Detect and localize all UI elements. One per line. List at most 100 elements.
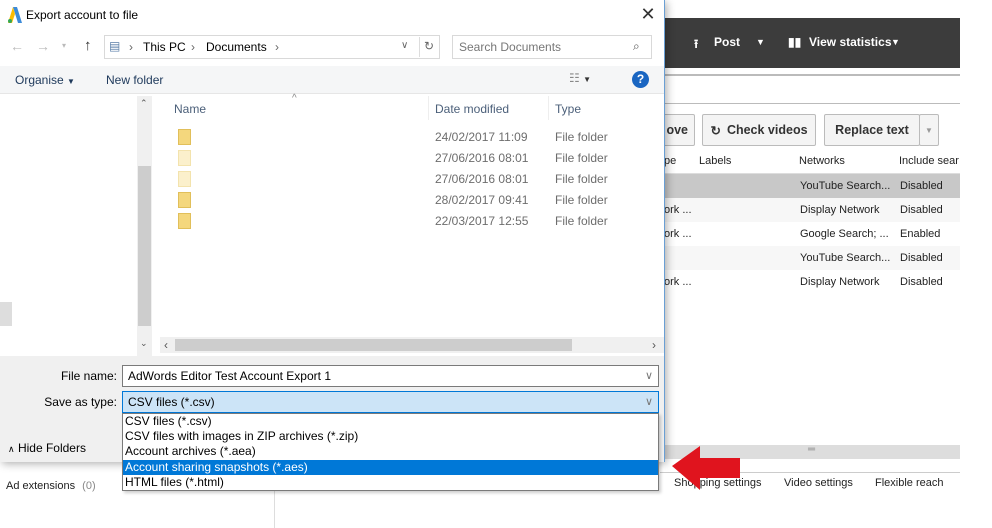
- scroll-right-icon[interactable]: ›: [652, 338, 656, 352]
- replace-text-label: Replace text: [835, 123, 909, 137]
- file-date: 27/06/2016 08:01: [435, 151, 529, 165]
- address-bar[interactable]: ▤ › This PC › Documents › ∨ ↻: [104, 35, 440, 59]
- save-as-type-value: CSV files (*.csv): [128, 395, 215, 409]
- check-videos-button[interactable]: ↻ Check videos: [702, 114, 816, 146]
- column-header-type[interactable]: pe: [664, 155, 676, 167]
- file-date: 24/02/2017 11:09: [435, 130, 528, 144]
- export-dialog: Export account to file ✕ ← → ▾ ↑ ▤ › Thi…: [0, 0, 665, 462]
- file-row[interactable]: 27/06/2016 08:01 File folder: [160, 148, 664, 169]
- file-date: 28/02/2017 09:41: [435, 193, 529, 207]
- view-statistics-dropdown-icon[interactable]: ▼: [891, 37, 900, 47]
- cell-networks: Display Network: [800, 276, 880, 288]
- file-date: 27/06/2016 08:01: [435, 172, 529, 186]
- view-options-icon[interactable]: ☷ ▼: [569, 71, 591, 85]
- file-type: File folder: [555, 172, 608, 186]
- cell-type: ork ...: [664, 228, 692, 240]
- new-folder-button[interactable]: New folder: [106, 73, 163, 87]
- save-type-option[interactable]: Account sharing snapshots (*.aes): [123, 459, 658, 475]
- grid-row[interactable]: ork ... Google Search; ... Enabled: [664, 222, 960, 246]
- search-input[interactable]: Search Documents ⌕: [452, 35, 652, 59]
- documents-icon: ▤: [109, 39, 121, 53]
- hide-folders-button[interactable]: ∧ Hide Folders: [8, 441, 86, 455]
- scroll-up-icon[interactable]: ⌃: [140, 98, 148, 109]
- replace-text-dropdown[interactable]: ▼: [919, 114, 939, 146]
- breadcrumb-separator: ›: [129, 40, 133, 54]
- view-statistics-button[interactable]: View statistics: [809, 35, 892, 49]
- save-type-option[interactable]: CSV files with images in ZIP archives (*…: [123, 429, 658, 444]
- replace-text-button[interactable]: Replace text: [824, 114, 920, 146]
- post-button[interactable]: Post: [714, 35, 740, 49]
- cell-networks: Display Network: [800, 204, 880, 216]
- post-dropdown-icon[interactable]: ▼: [756, 37, 765, 47]
- nav-scrollbar[interactable]: ⌃ ⌄: [137, 96, 152, 356]
- organise-button[interactable]: Organise ▼: [15, 73, 75, 87]
- navigation-pane: [0, 96, 152, 356]
- column-header-labels[interactable]: Labels: [699, 155, 731, 167]
- divider: [419, 37, 420, 57]
- file-row[interactable]: 24/02/2017 11:09 File folder: [160, 127, 664, 148]
- title-bar: Export account to file ✕: [0, 0, 664, 30]
- save-as-type-label: Save as type:: [44, 395, 117, 409]
- help-icon[interactable]: ?: [632, 71, 649, 88]
- tab-flexible-reach[interactable]: Flexible reach: [875, 477, 943, 489]
- grid-row[interactable]: YouTube Search... Disabled: [664, 246, 960, 270]
- folder-icon: [178, 129, 191, 145]
- cell-include-search: Disabled: [900, 252, 943, 264]
- file-name-value: AdWords Editor Test Account Export 1: [128, 369, 331, 383]
- scroll-left-icon[interactable]: ‹: [164, 338, 168, 352]
- file-name-input[interactable]: AdWords Editor Test Account Export 1 ∨: [122, 365, 659, 387]
- ad-extensions-item[interactable]: Ad extensions (0): [6, 480, 96, 492]
- cell-include-search: Disabled: [900, 276, 943, 288]
- breadcrumb-separator[interactable]: ›: [275, 40, 279, 54]
- refresh-icon[interactable]: ↻: [424, 39, 434, 53]
- organise-label: Organise: [15, 73, 64, 87]
- check-videos-label: Check videos: [726, 123, 808, 137]
- grid-row[interactable]: ork ... Display Network Disabled: [664, 198, 960, 222]
- divider: [548, 96, 549, 120]
- recent-locations-icon[interactable]: ▾: [62, 41, 66, 50]
- grid-row[interactable]: YouTube Search... Disabled: [664, 174, 960, 198]
- file-list-horizontal-scrollbar[interactable]: ‹ ›: [160, 337, 664, 353]
- address-dropdown-icon[interactable]: ∨: [401, 40, 408, 51]
- adwords-logo-icon: [8, 7, 22, 23]
- forward-button[interactable]: →: [36, 38, 50, 54]
- file-type: File folder: [555, 130, 608, 144]
- grid-row[interactable]: ork ... Display Network Disabled: [664, 270, 960, 294]
- save-type-option[interactable]: CSV files (*.csv): [123, 414, 658, 429]
- scrollbar-thumb[interactable]: [138, 166, 151, 326]
- ad-extensions-count: (0): [82, 480, 96, 492]
- save-type-option[interactable]: Account archives (*.aea): [123, 444, 658, 459]
- column-type[interactable]: Type: [555, 102, 581, 116]
- remove-label: ove: [666, 123, 688, 137]
- column-header-networks[interactable]: Networks: [799, 155, 845, 167]
- refresh-icon: ↻: [710, 123, 721, 138]
- breadcrumb-this-pc[interactable]: This PC: [143, 40, 186, 54]
- file-row[interactable]: 27/06/2016 08:01 File folder: [160, 169, 664, 190]
- column-name[interactable]: Name: [174, 102, 206, 116]
- close-button[interactable]: ✕: [636, 4, 660, 26]
- search-icon: ⌕: [633, 39, 640, 53]
- chevron-down-icon[interactable]: ∨: [645, 395, 653, 408]
- file-row[interactable]: 22/03/2017 12:55 File folder: [160, 211, 664, 232]
- folder-icon: [178, 192, 191, 208]
- scroll-down-icon[interactable]: ⌄: [140, 338, 148, 349]
- back-button[interactable]: ←: [10, 38, 24, 54]
- nav-item[interactable]: [0, 302, 12, 326]
- column-header-include-search[interactable]: Include sear: [899, 155, 959, 167]
- column-date-modified[interactable]: Date modified: [435, 102, 509, 116]
- search-placeholder: Search Documents: [459, 40, 562, 54]
- cell-type: ork ...: [664, 276, 692, 288]
- hide-folders-label: Hide Folders: [17, 441, 86, 455]
- bar-chart-icon: ▮▮: [788, 35, 802, 49]
- file-row[interactable]: 28/02/2017 09:41 File folder: [160, 190, 664, 211]
- chevron-down-icon: ▼: [67, 77, 75, 86]
- save-type-option[interactable]: HTML files (*.html): [123, 475, 658, 490]
- scrollbar-thumb[interactable]: [175, 339, 572, 351]
- breadcrumb-separator: ›: [191, 40, 195, 54]
- save-as-type-select[interactable]: CSV files (*.csv) ∨: [122, 391, 659, 413]
- tab-video-settings[interactable]: Video settings: [784, 477, 853, 489]
- breadcrumb-documents[interactable]: Documents: [206, 40, 267, 54]
- chevron-down-icon[interactable]: ∨: [645, 369, 653, 382]
- ad-extensions-label: Ad extensions: [6, 480, 76, 492]
- up-button[interactable]: ↑: [84, 37, 92, 54]
